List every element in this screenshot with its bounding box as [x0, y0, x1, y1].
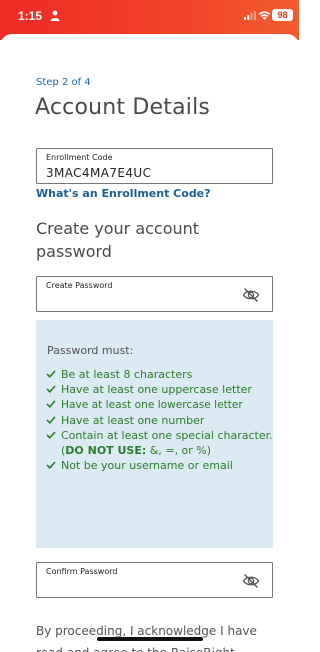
rule-text: Be at least 8 characters [61, 368, 193, 381]
status-time: 1:15 [18, 9, 43, 23]
eye-slash-icon[interactable] [242, 287, 260, 303]
password-requirements-list: Be at least 8 characters Have at least o… [46, 367, 276, 473]
step-indicator: Step 2 of 4 [36, 77, 91, 88]
create-password-heading: Create your account password [36, 219, 200, 261]
rule-number: Have at least one number [46, 413, 276, 428]
password-requirements-heading: Password must: [47, 344, 134, 357]
wifi-icon [258, 11, 271, 20]
check-icon [46, 461, 56, 469]
rule-text: Not be your username or email [61, 459, 233, 472]
create-password-field[interactable]: Create Password [36, 276, 273, 312]
rule-not-username: Not be your username or email [46, 458, 276, 473]
check-icon [46, 400, 56, 408]
create-password-label: Create Password [46, 281, 113, 290]
confirm-password-label: Confirm Password [46, 567, 118, 576]
rule-lowercase: Have at least one lowercase letter [46, 397, 276, 413]
person-icon [50, 10, 60, 21]
special-note-rest: &, =, or %) [146, 444, 212, 457]
check-icon [46, 431, 56, 439]
rule-text: Have at least one lowercase letter [61, 399, 243, 411]
rule-text: Have at least one uppercase letter [61, 383, 252, 396]
check-icon [46, 385, 56, 393]
rule-special-character: Contain at least one special character. … [46, 428, 276, 458]
special-character-note: (DO NOT USE: &, =, or %) [61, 444, 212, 457]
password-requirements-panel: Password must: Be at least 8 characters … [36, 320, 273, 548]
enrollment-code-help-link[interactable]: What's an Enrollment Code? [36, 187, 211, 200]
check-icon [46, 416, 56, 424]
enrollment-code-value: 3MAC4MA7E4UC [46, 166, 152, 180]
rule-text: Have at least one number [61, 414, 205, 427]
signal-icon [244, 11, 256, 20]
enrollment-code-label: Enrollment Code [46, 153, 113, 162]
rule-min-length: Be at least 8 characters [46, 367, 276, 382]
rule-uppercase: Have at least one uppercase letter [46, 382, 276, 397]
acknowledgement-text: By proceeding, I acknowledge I have read… [36, 624, 257, 652]
eye-slash-icon[interactable] [242, 573, 260, 589]
check-icon [46, 370, 56, 378]
confirm-password-field[interactable]: Confirm Password [36, 562, 273, 598]
page-title: Account Details [35, 95, 211, 120]
enrollment-code-field[interactable]: Enrollment Code 3MAC4MA7E4UC [36, 148, 273, 184]
home-indicator[interactable] [97, 637, 203, 641]
battery-indicator: 98 [272, 9, 293, 21]
special-note-bold: DO NOT USE: [65, 444, 147, 457]
rule-text: Contain at least one special character. [61, 429, 273, 442]
